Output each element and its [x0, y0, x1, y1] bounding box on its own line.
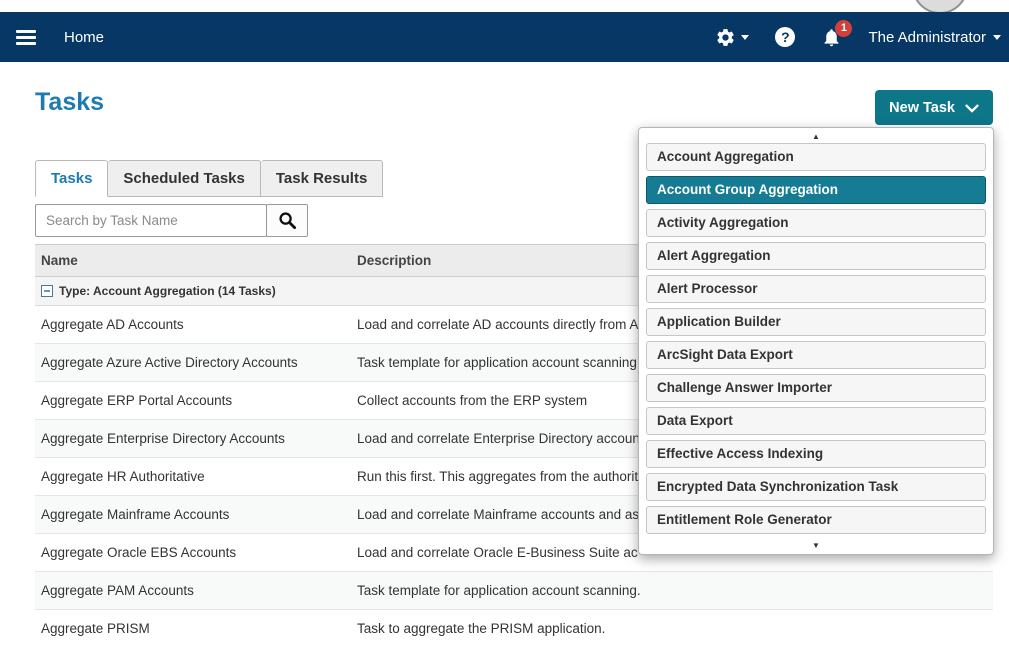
- scroll-down-icon[interactable]: ▼: [639, 539, 993, 552]
- dropdown-item[interactable]: Entitlement Role Generator: [646, 506, 986, 534]
- search-input[interactable]: [35, 204, 267, 237]
- collapse-icon[interactable]: [41, 285, 53, 297]
- tab-scheduled-tasks[interactable]: Scheduled Tasks: [108, 160, 260, 197]
- dropdown-item[interactable]: ArcSight Data Export: [646, 341, 986, 369]
- task-name[interactable]: Aggregate AD Accounts: [35, 317, 357, 332]
- search-button[interactable]: [266, 204, 308, 237]
- task-name[interactable]: Aggregate PRISM: [35, 621, 357, 636]
- page-title: Tasks: [35, 88, 104, 117]
- dropdown-item[interactable]: Account Aggregation: [646, 143, 986, 171]
- notifications-button[interactable]: 1: [821, 27, 842, 48]
- menu-icon[interactable]: [16, 30, 36, 45]
- settings-menu[interactable]: [715, 27, 749, 48]
- topbar-right: ? 1 The Administrator: [715, 27, 1001, 48]
- task-description: Task template for application account sc…: [357, 583, 993, 598]
- gear-icon: [715, 27, 736, 48]
- tab-task-results[interactable]: Task Results: [261, 160, 383, 197]
- dropdown-item[interactable]: Activity Aggregation: [646, 209, 986, 237]
- dropdown-item[interactable]: Data Export: [646, 407, 986, 435]
- task-name[interactable]: Aggregate HR Authoritative: [35, 469, 357, 484]
- nav-home[interactable]: Home: [64, 29, 104, 46]
- topbar: Home ? 1 The Administrator: [0, 12, 1009, 62]
- dropdown-item[interactable]: Alert Processor: [646, 275, 986, 303]
- dropdown-item[interactable]: Alert Aggregation: [646, 242, 986, 270]
- search-row: [35, 204, 308, 237]
- app-screen: Home ? 1 The Administrator Tasks: [0, 0, 1009, 646]
- task-name[interactable]: Aggregate Azure Active Directory Account…: [35, 355, 357, 370]
- new-task-dropdown: ▲ Account Aggregation Account Group Aggr…: [638, 127, 994, 555]
- dropdown-item[interactable]: Challenge Answer Importer: [646, 374, 986, 402]
- user-name: The Administrator: [868, 29, 986, 46]
- tab-tasks[interactable]: Tasks: [35, 160, 108, 197]
- column-header-name[interactable]: Name: [35, 253, 357, 268]
- user-menu[interactable]: The Administrator: [868, 29, 1001, 46]
- dropdown-item[interactable]: Encrypted Data Synchronization Task: [646, 473, 986, 501]
- new-task-button[interactable]: New Task: [875, 90, 993, 125]
- tab-bar: Tasks Scheduled Tasks Task Results: [35, 160, 383, 197]
- dropdown-item[interactable]: Application Builder: [646, 308, 986, 336]
- table-row[interactable]: Aggregate PAM Accounts Task template for…: [35, 572, 993, 610]
- dropdown-item[interactable]: Effective Access Indexing: [646, 440, 986, 468]
- task-name[interactable]: Aggregate Mainframe Accounts: [35, 507, 357, 522]
- table-row[interactable]: Aggregate PRISM Task to aggregate the PR…: [35, 610, 993, 646]
- search-icon: [278, 211, 297, 230]
- task-name[interactable]: Aggregate Oracle EBS Accounts: [35, 545, 357, 560]
- help-icon[interactable]: ?: [775, 27, 795, 47]
- group-header-label: Type: Account Aggregation (14 Tasks): [59, 284, 276, 298]
- task-name[interactable]: Aggregate Enterprise Directory Accounts: [35, 431, 357, 446]
- scroll-up-icon[interactable]: ▲: [639, 130, 993, 143]
- chevron-down-icon: [993, 35, 1001, 40]
- dropdown-item-selected[interactable]: Account Group Aggregation: [646, 176, 986, 204]
- new-task-label: New Task: [889, 100, 955, 116]
- task-name[interactable]: Aggregate PAM Accounts: [35, 583, 357, 598]
- notification-badge: 1: [835, 20, 852, 37]
- task-name[interactable]: Aggregate ERP Portal Accounts: [35, 393, 357, 408]
- chevron-down-icon: [965, 103, 979, 113]
- chevron-down-icon: [741, 35, 749, 40]
- task-description: Task to aggregate the PRISM application.: [357, 621, 993, 636]
